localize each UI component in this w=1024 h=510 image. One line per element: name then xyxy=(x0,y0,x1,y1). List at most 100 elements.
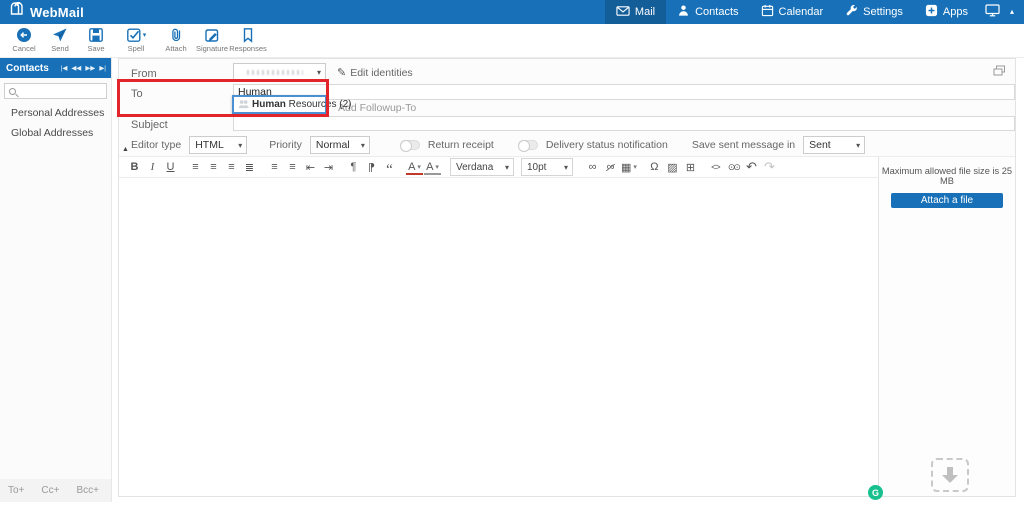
chevron-up-icon[interactable]: ▴ xyxy=(1010,8,1014,16)
to-input[interactable] xyxy=(233,84,1015,100)
nav-item-mail[interactable]: Mail xyxy=(605,0,666,24)
subject-input[interactable] xyxy=(233,116,1015,131)
cancel-button[interactable]: Cancel xyxy=(8,27,40,53)
save-button[interactable]: Save xyxy=(80,27,112,53)
from-identity-select[interactable] xyxy=(233,63,326,81)
media-button[interactable]: ⊞ xyxy=(682,158,699,176)
calendar-icon xyxy=(761,4,774,20)
table-button[interactable]: ▦ xyxy=(620,158,638,176)
dsn-toggle[interactable] xyxy=(518,140,538,150)
apps-icon xyxy=(925,4,938,20)
text-color-button[interactable]: A xyxy=(406,161,423,175)
desktop-view-icon[interactable] xyxy=(985,3,1000,22)
nav-item-apps[interactable]: Apps xyxy=(914,0,979,24)
first-page-icon[interactable]: |◀ xyxy=(61,64,68,72)
blockquote-button[interactable]: “ xyxy=(381,158,398,176)
save-sent-select[interactable]: Sent xyxy=(803,136,865,154)
attach-button[interactable]: Attach xyxy=(160,27,192,53)
unlink-button[interactable]: ∞ xyxy=(602,158,619,176)
ordered-list-button[interactable]: ≡ xyxy=(284,158,301,176)
spellcheck-icon xyxy=(126,27,142,43)
max-filesize-note: Maximum allowed file size is 25 MB xyxy=(879,166,1015,186)
contacts-sidebar: Contacts |◀ ◀◀ ▶▶ ▶| Personal Addresses … xyxy=(0,58,112,502)
redo-button[interactable]: ↷ xyxy=(761,158,778,176)
send-button[interactable]: Send xyxy=(44,27,76,53)
previous-page-icon[interactable]: ◀◀ xyxy=(71,64,81,72)
editor-type-select[interactable]: HTML xyxy=(189,136,247,154)
nav-item-settings[interactable]: Settings xyxy=(834,0,914,24)
nav-label: Calendar xyxy=(779,6,824,18)
cancel-icon xyxy=(16,27,32,43)
add-cc-button[interactable]: Cc+ xyxy=(41,485,59,496)
redacted-identity-value xyxy=(247,70,303,75)
spell-button[interactable]: ▾ Spell xyxy=(116,27,156,53)
italic-button[interactable]: I xyxy=(144,158,161,176)
toolbar-label: Cancel xyxy=(12,44,35,53)
attachments-panel: Maximum allowed file size is 25 MB Attac… xyxy=(878,156,1015,496)
align-right-button[interactable]: ≡ xyxy=(223,158,240,176)
link-button[interactable]: ∞ xyxy=(584,158,601,176)
from-label: From xyxy=(131,68,157,80)
bold-button[interactable]: B xyxy=(126,158,143,176)
search-icon xyxy=(9,88,16,95)
attach-file-button[interactable]: Attach a file xyxy=(891,193,1003,208)
image-button[interactable]: ▨ xyxy=(664,158,681,176)
responses-button[interactable]: Responses xyxy=(232,27,264,53)
add-bcc-button[interactable]: Bcc+ xyxy=(76,485,99,496)
sidebar-item-personal-addresses[interactable]: Personal Addresses xyxy=(0,103,111,123)
align-center-button[interactable]: ≡ xyxy=(205,158,222,176)
toolbar-label: Signature xyxy=(196,44,228,53)
nav-label: Settings xyxy=(863,6,903,18)
nav-label: Mail xyxy=(635,6,655,18)
priority-select[interactable]: Normal xyxy=(310,136,370,154)
find-replace-button[interactable]: ⊙⊙ xyxy=(725,158,742,176)
source-code-button[interactable]: <> xyxy=(707,158,724,176)
app-title: WebMail xyxy=(30,5,84,20)
indent-button[interactable]: ⇥ xyxy=(320,158,337,176)
underline-button[interactable]: U xyxy=(162,158,179,176)
spell-dropdown-caret-icon[interactable]: ▾ xyxy=(143,31,147,39)
justify-button[interactable]: ≣ xyxy=(241,158,258,176)
toolbar-label: Responses xyxy=(229,44,267,53)
last-page-icon[interactable]: ▶| xyxy=(99,64,106,72)
save-sent-label: Save sent message in xyxy=(692,139,795,151)
font-family-value: Verdana xyxy=(456,162,493,173)
undo-button[interactable]: ↶ xyxy=(743,158,760,176)
contacts-search-input[interactable] xyxy=(19,86,99,97)
rtl-paragraph-button[interactable]: ⁋ xyxy=(363,158,380,176)
popout-window-icon[interactable] xyxy=(993,64,1006,82)
save-icon xyxy=(88,27,104,43)
font-family-select[interactable]: Verdana xyxy=(450,158,514,176)
outdent-button[interactable]: ⇤ xyxy=(302,158,319,176)
toolbar-label: Spell xyxy=(128,44,145,53)
sidebar-item-global-addresses[interactable]: Global Addresses xyxy=(0,123,111,143)
align-left-button[interactable]: ≡ xyxy=(187,158,204,176)
toolbar-label: Save xyxy=(87,44,104,53)
next-page-icon[interactable]: ▶▶ xyxy=(85,64,95,72)
message-body-editor[interactable] xyxy=(119,178,878,496)
contacts-header-title: Contacts xyxy=(6,63,61,74)
signature-icon xyxy=(204,27,220,43)
bookmark-icon xyxy=(240,27,256,43)
edit-identities-link[interactable]: ✎ Edit identities xyxy=(337,66,413,79)
subject-label: Subject xyxy=(131,119,168,131)
nav-item-contacts[interactable]: Contacts xyxy=(666,0,749,24)
add-to-button[interactable]: To+ xyxy=(8,485,24,496)
grammar-assistant-icon[interactable]: G xyxy=(868,485,883,500)
return-receipt-toggle[interactable] xyxy=(400,140,420,150)
collapse-options-icon[interactable]: ▲ xyxy=(122,146,129,153)
background-color-button[interactable]: A xyxy=(424,161,441,175)
nav-item-calendar[interactable]: Calendar xyxy=(750,0,835,24)
recipient-autocomplete-item[interactable]: Human Resources (2) xyxy=(232,95,327,114)
contacts-pager: |◀ ◀◀ ▶▶ ▶| xyxy=(61,64,106,72)
font-size-select[interactable]: 10pt xyxy=(521,158,573,176)
bullet-list-button[interactable]: ≡ xyxy=(266,158,283,176)
app-logo: WebMail xyxy=(0,1,84,23)
signature-button[interactable]: Signature xyxy=(196,27,228,53)
ltr-paragraph-button[interactable]: ¶ xyxy=(345,158,362,176)
file-dropzone[interactable] xyxy=(931,458,969,492)
priority-value: Normal xyxy=(316,139,350,151)
toolbar-label: Attach xyxy=(165,44,186,53)
wrench-icon xyxy=(845,4,858,20)
special-character-button[interactable]: Ω xyxy=(646,158,663,176)
